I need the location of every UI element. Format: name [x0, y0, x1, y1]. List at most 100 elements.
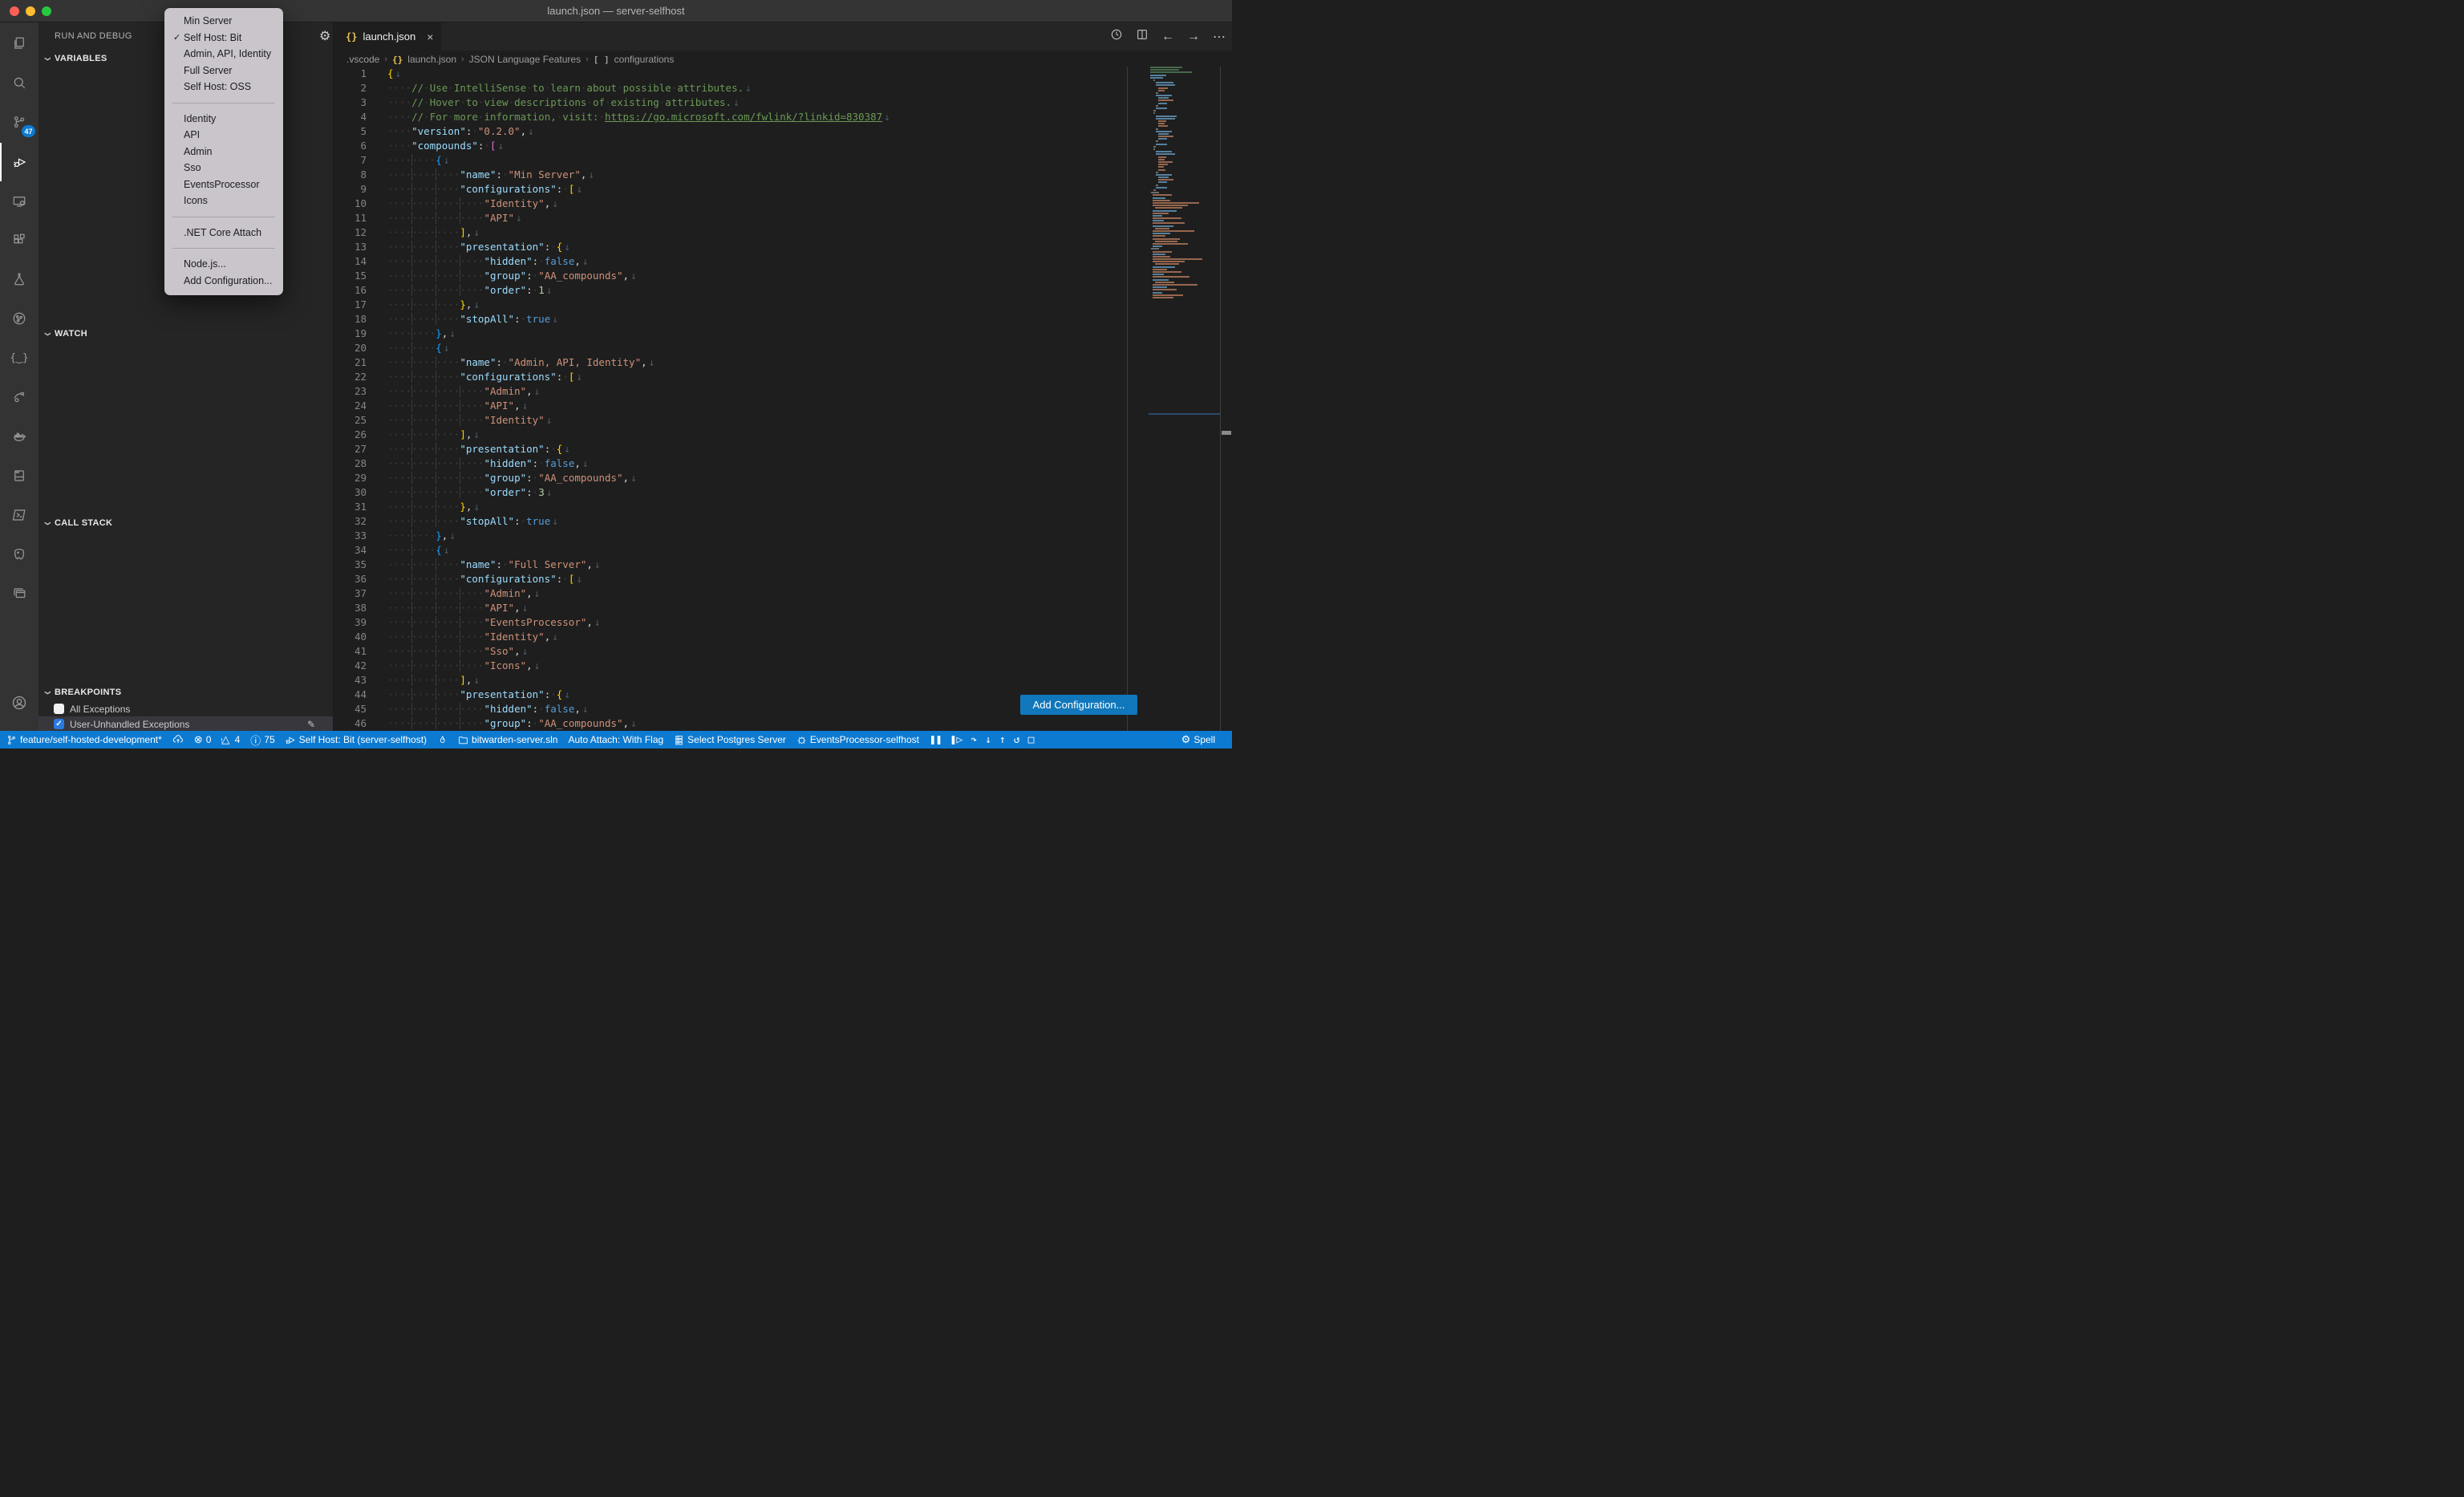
menu-item-full-server[interactable]: Full Server [164, 63, 283, 79]
menu-item-node-js[interactable]: Node.js... [164, 256, 283, 273]
debug-settings-gear-icon[interactable]: ⚙ [319, 28, 330, 44]
breadcrumb-item-json-language-features[interactable]: JSON Language Features [469, 54, 581, 65]
breakpoint-item-all-exceptions[interactable]: All Exceptions [38, 701, 333, 716]
code-line-11[interactable]: 11················"API"↓ [334, 211, 1232, 225]
checked-checkbox[interactable]: ✓ [54, 719, 64, 729]
code-line-2[interactable]: 2····//·Use·IntelliSense·to·learn·about·… [334, 81, 1232, 95]
code-line-4[interactable]: 4····//·For·more·information,·visit:·htt… [334, 110, 1232, 124]
code-line-27[interactable]: 27············"presentation":·{↓ [334, 442, 1232, 456]
code-line-39[interactable]: 39················"EventsProcessor",↓ [334, 615, 1232, 630]
testing-icon[interactable] [0, 260, 38, 298]
postgresql-icon[interactable] [0, 535, 38, 574]
step-into-icon[interactable]: ↓ [985, 734, 991, 746]
more-actions-icon[interactable]: ⋯ [1213, 29, 1226, 45]
code-line-13[interactable]: 13············"presentation":·{↓ [334, 240, 1232, 254]
watch-section-header[interactable]: ❯ WATCH [38, 325, 333, 343]
source-control-icon[interactable]: 47 [0, 103, 38, 141]
code-line-28[interactable]: 28················"hidden":·false,↓ [334, 456, 1232, 471]
menu-item-sso[interactable]: Sso [164, 160, 283, 176]
run-debug-icon[interactable] [0, 143, 38, 181]
code-line-1[interactable]: 1{↓ [334, 67, 1232, 81]
code-line-20[interactable]: 20········{↓ [334, 341, 1232, 355]
status-item-feature-self-hosted-development[interactable]: feature/self-hosted-development* [6, 734, 162, 745]
scrollbar-marker[interactable] [1222, 431, 1231, 435]
code-line-43[interactable]: 43············],↓ [334, 673, 1232, 688]
breakpoints-section-header[interactable]: ❯ BREAKPOINTS [38, 684, 333, 701]
code-line-8[interactable]: 8············"name":·"Min Server",↓ [334, 168, 1232, 182]
code-line-33[interactable]: 33········},↓ [334, 529, 1232, 543]
code-line-12[interactable]: 12············],↓ [334, 225, 1232, 240]
status-item-0[interactable]: ⊗0 [194, 733, 212, 746]
status-item-75[interactable]: ⓘ75 [250, 732, 274, 748]
editor-scrollbar[interactable] [1221, 67, 1232, 731]
code-line-24[interactable]: 24················"API",↓ [334, 399, 1232, 413]
code-line-18[interactable]: 18············"stopAll":·true↓ [334, 312, 1232, 327]
code-line-16[interactable]: 16················"order":·1↓ [334, 283, 1232, 298]
code-line-14[interactable]: 14················"hidden":·false,↓ [334, 254, 1232, 269]
menu-item-eventsprocessor[interactable]: EventsProcessor [164, 176, 283, 193]
code-line-38[interactable]: 38················"API",↓ [334, 601, 1232, 615]
code-line-26[interactable]: 26············],↓ [334, 428, 1232, 442]
menu-item-self-host-oss[interactable]: Self Host: OSS [164, 79, 283, 95]
status-item-self-host-bit-server-selfhost[interactable]: Self Host: Bit (server-selfhost) [286, 734, 427, 745]
status-item-flame-icon[interactable] [437, 735, 448, 745]
code-line-19[interactable]: 19········},↓ [334, 327, 1232, 341]
remote-explorer-icon[interactable] [0, 182, 38, 221]
code-line-9[interactable]: 9············"configurations":·[↓ [334, 182, 1232, 197]
breadcrumb-item-launch-json[interactable]: launch.json [407, 54, 456, 65]
tab-launch-json[interactable]: {} launch.json × [334, 22, 441, 51]
status-item-4[interactable]: △!4 [221, 733, 240, 746]
menu-item-self-host-bit[interactable]: ✓Self Host: Bit [164, 30, 283, 47]
code-line-31[interactable]: 31············},↓ [334, 500, 1232, 514]
code-line-7[interactable]: 7········{↓ [334, 153, 1232, 168]
restart-icon[interactable]: ↺ [1014, 734, 1020, 746]
close-tab-icon[interactable]: × [427, 30, 433, 43]
status-item-auto-attach-with-flag[interactable]: Auto Attach: With Flag [568, 734, 663, 745]
code-line-23[interactable]: 23················"Admin",↓ [334, 384, 1232, 399]
code-line-42[interactable]: 42················"Icons",↓ [334, 659, 1232, 673]
code-line-22[interactable]: 22············"configurations":·[↓ [334, 370, 1232, 384]
menu-item-icons[interactable]: Icons [164, 193, 283, 209]
code-line-41[interactable]: 41················"Sso",↓ [334, 644, 1232, 659]
edit-breakpoint-icon[interactable]: ✎ [307, 719, 315, 730]
code-line-3[interactable]: 3····//·Hover·to·view·descriptions·of·ex… [334, 95, 1232, 110]
code-line-17[interactable]: 17············},↓ [334, 298, 1232, 312]
docker-icon[interactable] [0, 417, 38, 456]
forward-icon[interactable]: → [1187, 30, 1200, 44]
code-line-34[interactable]: 34········{↓ [334, 543, 1232, 558]
code-line-36[interactable]: 36············"configurations":·[↓ [334, 572, 1232, 586]
status-item-bitwarden-server-sln[interactable]: bitwarden-server.sln [458, 734, 557, 745]
menu-item-identity[interactable]: Identity [164, 111, 283, 128]
add-configuration-button[interactable]: Add Configuration... [1020, 695, 1137, 715]
status-item-select-postgres-server[interactable]: Select Postgres Server [674, 734, 786, 745]
breadcrumb-item-configurations[interactable]: configurations [614, 54, 675, 65]
code-line-37[interactable]: 37················"Admin",↓ [334, 586, 1232, 601]
step-over-icon[interactable]: ↷ [971, 734, 977, 746]
live-share-icon[interactable] [0, 378, 38, 416]
code-line-6[interactable]: 6····"compounds":·[↓ [334, 139, 1232, 153]
extensions-icon[interactable] [0, 221, 38, 259]
minimap[interactable] [1149, 67, 1221, 731]
menu-item-min-server[interactable]: Min Server [164, 13, 283, 30]
close-window-icon[interactable] [10, 6, 19, 16]
code-area[interactable]: 1{↓2····//·Use·IntelliSense·to·learn·abo… [334, 67, 1232, 731]
menu-item-net-core-attach[interactable]: .NET Core Attach [164, 225, 283, 241]
code-line-40[interactable]: 40················"Identity",↓ [334, 630, 1232, 644]
step-out-icon[interactable]: ↑ [999, 734, 1006, 746]
menu-item-api[interactable]: API [164, 127, 283, 144]
unchecked-checkbox[interactable] [54, 704, 64, 714]
status-item-spell[interactable]: ⚙Spell [1181, 733, 1215, 746]
code-line-10[interactable]: 10················"Identity",↓ [334, 197, 1232, 211]
code-line-30[interactable]: 30················"order":·3↓ [334, 485, 1232, 500]
code-line-46[interactable]: 46················"group":·"AA_compounds… [334, 716, 1232, 731]
continue-icon[interactable]: ❚▷ [950, 734, 963, 746]
terminal-powershell-icon[interactable] [0, 496, 38, 534]
history-icon[interactable] [1110, 28, 1123, 45]
breadcrumb-item-vscode[interactable]: .vscode [346, 54, 379, 65]
menu-item-admin-api-identity[interactable]: Admin, API, Identity [164, 46, 283, 63]
code-line-32[interactable]: 32············"stopAll":·true↓ [334, 514, 1232, 529]
menu-item-admin[interactable]: Admin [164, 144, 283, 160]
code-line-35[interactable]: 35············"name":·"Full Server",↓ [334, 558, 1232, 572]
circle-branch-icon[interactable] [0, 299, 38, 338]
account-icon[interactable] [0, 684, 38, 722]
